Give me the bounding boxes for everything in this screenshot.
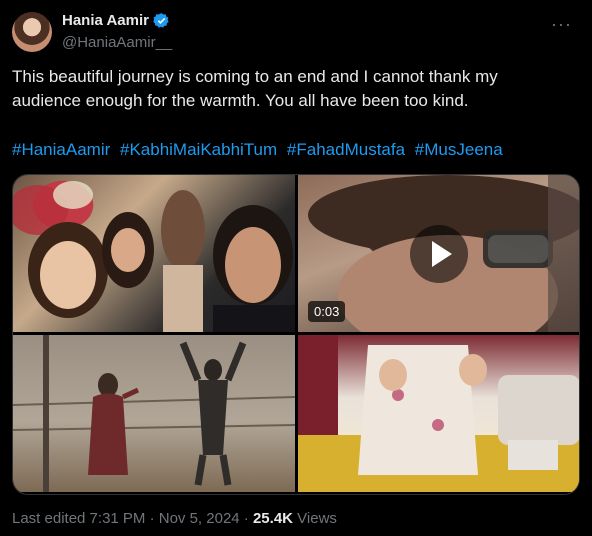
hashtag-link[interactable]: #HaniaAamir [12,140,110,159]
hashtag-link[interactable]: #KabhiMaiKabhiTum [120,140,277,159]
author-handle[interactable]: @HaniaAamir__ [62,34,172,51]
verified-badge-icon[interactable] [153,12,170,29]
hashtag-link[interactable]: #FahadMustafa [287,140,405,159]
media-video[interactable]: 0:03 [298,175,579,332]
edited-timestamp[interactable]: Last edited 7:31 PM · Nov 5, 2024 · [12,510,253,527]
media-grid: 0:03 [12,174,580,495]
media-photo-rain[interactable] [13,335,295,492]
more-options-icon[interactable]: ··· [551,14,572,35]
author-avatar[interactable] [12,12,52,52]
play-button[interactable] [410,224,468,283]
author-name-row: Hania Aamir [62,12,170,29]
tweet-text: This beautiful journey is coming to an e… [12,67,498,110]
views-label: Views [293,510,337,527]
media-photo-thumbs-up[interactable] [298,335,579,492]
hashtag-link[interactable]: #MusJeena [415,140,503,159]
video-duration: 0:03 [308,301,346,322]
hashtag-list: #HaniaAamir #KabhiMaiKabhiTum #FahadMust… [12,138,508,162]
media-photo-selfie[interactable] [13,175,295,332]
play-icon [432,240,452,267]
tweet-meta: Last edited 7:31 PM · Nov 5, 2024 · 25.4… [12,510,337,527]
author-name[interactable]: Hania Aamir [62,12,149,29]
views-count: 25.4K [252,510,293,527]
